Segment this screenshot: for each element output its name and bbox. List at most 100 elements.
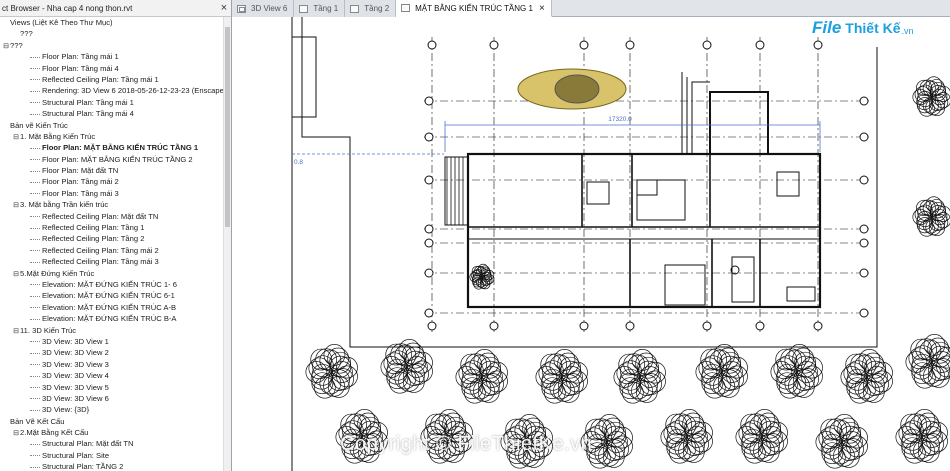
tree-item[interactable]: Elevation: MẶT ĐỨNG KIẾN TRÚC 1- 6: [0, 279, 231, 290]
bed: [664, 264, 706, 306]
grid-bubble: [702, 40, 712, 50]
vertical-scrollbar[interactable]: [223, 17, 231, 471]
tree-item-label: Floor Plan: Tầng mái 2: [42, 177, 119, 187]
close-icon[interactable]: ×: [217, 2, 231, 14]
tree-item[interactable]: Reflected Ceiling Plan: Tầng 2: [0, 233, 231, 244]
tree-item[interactable]: Reflected Ceiling Plan: Tầng 1: [0, 222, 231, 233]
tree-item[interactable]: ⊟11. 3D Kiến Trúc: [0, 325, 231, 336]
tree-item[interactable]: Structural Plan: Tầng mái 1: [0, 97, 231, 108]
project-browser-title: ct Browser - Nha cap 4 nong thon.rvt: [2, 3, 133, 13]
tree-item[interactable]: Structural Plan: Tầng mái 4: [0, 108, 231, 119]
tree-item[interactable]: Floor Plan: Tầng mái 1: [0, 51, 231, 62]
tree-item[interactable]: Floor Plan: Mặt đất TN: [0, 165, 231, 176]
bed: [636, 179, 686, 221]
tree-connector: [30, 147, 40, 149]
tree-item[interactable]: ⊟1. Mặt Bằng Kiến Trúc: [0, 131, 231, 142]
tree-item[interactable]: Floor Plan: MẶT BẰNG KIẾN TRÚC TẦNG 1: [0, 142, 231, 153]
grid-bubble: [424, 308, 434, 318]
tree-item[interactable]: Views (Liệt Kê Theo Thư Mục): [0, 17, 231, 28]
tree-item[interactable]: Rendering: 3D View 6 2018-05-26-12-23-23…: [0, 85, 231, 96]
tree-item[interactable]: Structural Plan: Mặt đất TN: [0, 438, 231, 449]
tree-connector: [30, 113, 40, 115]
tree-item[interactable]: ⊟???: [0, 40, 231, 51]
tree-item-label: Structural Plan: Mặt đất TN: [42, 439, 134, 449]
tree-item[interactable]: 3D View: {3D}: [0, 404, 231, 415]
tree-item[interactable]: ⊟2.Mặt Bằng Kết Cấu: [0, 427, 231, 438]
tree-item[interactable]: 3D View: 3D View 6: [0, 393, 231, 404]
tree-connector: [30, 238, 40, 240]
tree-item[interactable]: Bản Vẽ Kết Cấu: [0, 416, 231, 427]
logo-part-1: File: [812, 18, 842, 37]
tree-item[interactable]: 3D View: 3D View 3: [0, 359, 231, 370]
tree-item[interactable]: Floor Plan: Tầng mái 2: [0, 176, 231, 187]
tree-item[interactable]: 3D View: 3D View 1: [0, 336, 231, 347]
tree-item[interactable]: 3D View: 3D View 2: [0, 347, 231, 358]
tree-item[interactable]: Reflected Ceiling Plan: Tầng mái 2: [0, 245, 231, 256]
tree-item[interactable]: Floor Plan: Tầng mái 4: [0, 63, 231, 74]
tree-foliage: [455, 366, 478, 388]
tree-item-label: 3D View: 3D View 4: [42, 371, 109, 381]
tree-connector: [30, 90, 40, 92]
tree-item[interactable]: Structural Plan: Site: [0, 450, 231, 461]
tree-foliage: [678, 409, 701, 431]
grid-bubble: [702, 321, 712, 331]
tree-item[interactable]: ⊟5.Mặt Đứng Kiến Trúc: [0, 268, 231, 279]
project-browser-tree: Views (Liệt Kê Theo Thư Mục)??? ⊟??? Floor…: [0, 17, 231, 471]
steps: [681, 72, 710, 155]
tree-foliage: [430, 413, 453, 436]
3d-view-icon: [237, 4, 246, 13]
tree-item-label: Structural Plan: Tầng mái 4: [42, 109, 134, 119]
floor-plan-drawing[interactable]: 17320.0 0.8: [232, 17, 950, 471]
tree-connector: [30, 443, 40, 445]
tree-item[interactable]: 3D View: 3D View 5: [0, 382, 231, 393]
tree-item[interactable]: Reflected Ceiling Plan: Tầng mái 3: [0, 256, 231, 267]
close-icon[interactable]: ×: [539, 3, 545, 14]
tree-item[interactable]: Bản vẽ Kiến Trúc: [0, 120, 231, 131]
tree-item[interactable]: Elevation: MẶT ĐỨNG KIẾN TRÚC 6-1: [0, 290, 231, 301]
tree-item-label: Floor Plan: Tầng mái 1: [42, 52, 119, 62]
bathroom-fixtures: [731, 256, 755, 303]
tree-foliage: [825, 418, 848, 441]
car-roof: [554, 74, 600, 104]
scrollbar-thumb[interactable]: [225, 27, 230, 227]
tree-item-label: Bản Vẽ Kết Cấu: [10, 416, 65, 426]
tree-item[interactable]: Elevation: MẶT ĐỨNG KIẾN TRÚC B-A: [0, 313, 231, 324]
tree-foliage: [473, 349, 496, 371]
tab-label: MẶT BẰNG KIẾN TRÚC TẦNG 1: [415, 3, 533, 13]
tree-foliage: [477, 263, 489, 275]
tree-item-label: Structural Plan: Tầng mái 1: [42, 97, 134, 107]
tree-item[interactable]: Elevation: MẶT ĐỨNG KIẾN TRÚC A-B: [0, 302, 231, 313]
grid-bubble: [755, 321, 765, 331]
tree-foliage: [833, 414, 856, 436]
tree-item[interactable]: Floor Plan: MẶT BẰNG KIẾN TRÚC TẦNG 2: [0, 154, 231, 165]
tree-item[interactable]: ???: [0, 28, 231, 39]
tree-foliage: [695, 361, 718, 383]
tree-item[interactable]: Reflected Ceiling Plan: Tầng mái 1: [0, 74, 231, 85]
tree-foliage: [465, 353, 488, 376]
tree-foliage: [535, 366, 558, 388]
tree-foliage: [305, 361, 328, 383]
tree-connector: [30, 68, 40, 70]
tree-foliage: [925, 196, 942, 213]
tree-foliage: [323, 344, 346, 366]
tree-item[interactable]: Reflected Ceiling Plan: Mặt đất TN: [0, 211, 231, 222]
grid-bubble: [579, 40, 589, 50]
grid-bubble: [813, 321, 823, 331]
view-tab[interactable]: MẶT BẰNG KIẾN TRÚC TẦNG 1 ×: [396, 0, 552, 17]
tree-item[interactable]: 3D View: 3D View 4: [0, 370, 231, 381]
tree-item[interactable]: Structural Plan: TẦNG 2: [0, 461, 231, 471]
tree-item[interactable]: ⊟3. Mặt bằng Trần kiến trúc: [0, 199, 231, 210]
grid-bubble: [859, 224, 869, 234]
view-tab[interactable]: 3D View 6: [232, 0, 295, 17]
tree-item-label: Reflected Ceiling Plan: Tầng mái 3: [42, 257, 159, 267]
floor-plan-icon: [350, 4, 360, 13]
tree-foliage: [788, 344, 811, 366]
tree-item[interactable]: Floor Plan: Tầng mái 3: [0, 188, 231, 199]
grid-bubble: [579, 321, 589, 331]
tree-foliage: [590, 418, 613, 441]
tree-item-label: 3D View: 3D View 3: [42, 359, 109, 369]
drawing-canvas[interactable]: 17320.0 0.8: [232, 17, 950, 471]
view-tab[interactable]: Tầng 2: [345, 0, 397, 17]
view-tab[interactable]: Tầng 1: [294, 0, 346, 17]
tree-foliage: [345, 413, 368, 436]
